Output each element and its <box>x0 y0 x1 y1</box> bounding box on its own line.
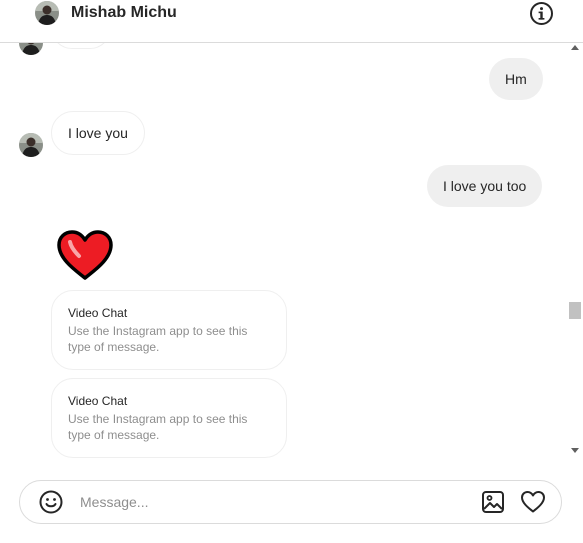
message-input[interactable] <box>80 491 460 513</box>
message-bubble-incoming[interactable]: I love you <box>51 111 145 155</box>
contact-name[interactable]: Mishab Michu <box>71 4 177 22</box>
scroll-down-arrow[interactable] <box>571 448 579 453</box>
heart-outline-icon[interactable] <box>520 490 546 514</box>
message-composer <box>19 480 562 524</box>
message-thread[interactable]: Hm I love you I love you too Video Chat … <box>0 43 567 460</box>
thread-scrollbar[interactable] <box>567 43 583 460</box>
chat-header: Mishab Michu <box>0 0 583 43</box>
scrollbar-thumb[interactable] <box>569 302 581 319</box>
info-icon[interactable] <box>529 1 554 26</box>
sender-avatar <box>19 43 43 55</box>
message-bubble-outgoing[interactable]: Hm <box>489 58 543 100</box>
video-chat-card[interactable]: Video Chat Use the Instagram app to see … <box>51 378 287 458</box>
card-title: Video Chat <box>68 394 128 408</box>
red-heart-icon[interactable] <box>56 229 114 281</box>
message-text: I love you too <box>443 178 527 194</box>
card-body: Use the Instagram app to see this type o… <box>68 324 248 354</box>
card-title: Video Chat <box>68 306 128 320</box>
message-bubble-outgoing[interactable]: I love you too <box>427 165 543 207</box>
sender-avatar[interactable] <box>19 133 43 157</box>
contact-avatar[interactable] <box>35 1 59 25</box>
scroll-up-arrow[interactable] <box>571 45 579 50</box>
message-text: Hm <box>505 71 527 87</box>
image-icon[interactable] <box>481 490 505 514</box>
card-body: Use the Instagram app to see this type o… <box>68 412 248 442</box>
smiley-icon[interactable] <box>39 490 63 514</box>
video-chat-card[interactable]: Video Chat Use the Instagram app to see … <box>51 290 287 370</box>
message-bubble-cut <box>51 43 111 49</box>
message-text: I love you <box>68 125 128 141</box>
